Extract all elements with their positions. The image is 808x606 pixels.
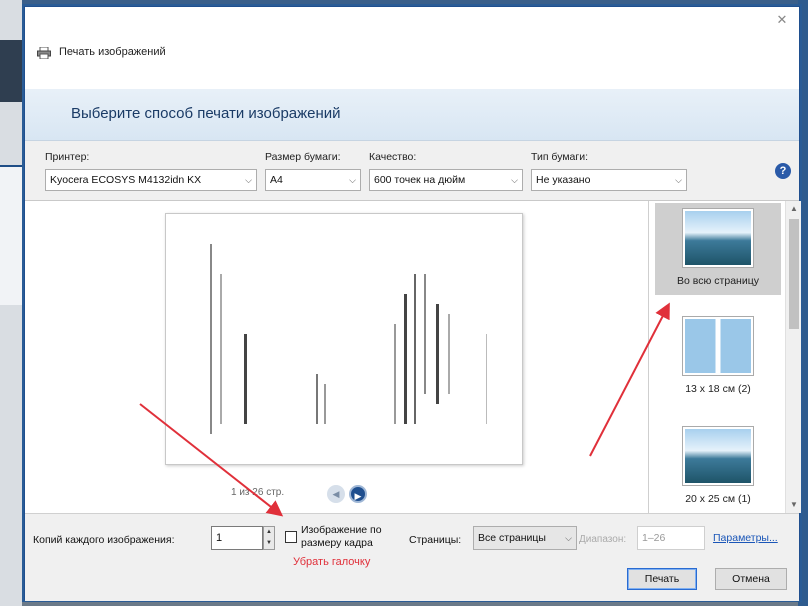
preview-text-line [220,274,222,424]
range-input[interactable]: 1–26 [637,526,705,550]
preview-area: 1 из 26 стр. ◀ ▶ [25,201,649,513]
fit-to-frame-label[interactable]: Изображение по размеру кадра [301,524,405,550]
layout-13x18[interactable]: 13 x 18 см (2) [655,311,781,403]
options-link[interactable]: Параметры... [713,532,778,544]
printer-select-value: Kyocera ECOSYS M4132idn KX [50,174,202,186]
preview-text-line [324,384,326,424]
paper-type-label: Тип бумаги: [531,151,589,163]
copies-input[interactable]: 1 [211,526,263,550]
layout-list: Во всю страницу 13 x 18 см (2) 20 x 25 с… [649,201,801,513]
scroll-up-icon[interactable]: ▲ [786,201,802,217]
pages-select[interactable]: Все страницы ⌵ [473,526,577,550]
preview-text-line [436,304,439,404]
title-bar: Печать изображений ✕ [25,7,799,89]
print-pictures-dialog: Печать изображений ✕ Выберите способ печ… [24,6,801,601]
cancel-button[interactable]: Отмена [715,568,787,590]
printer-select[interactable]: Kyocera ECOSYS M4132idn KX ⌵ [45,169,257,191]
printer-label: Принтер: [45,151,90,163]
previous-page-button[interactable]: ◀ [327,485,345,503]
help-icon[interactable]: ? [775,163,791,179]
copies-label: Копий каждого изображения: [33,534,175,546]
background-block [0,40,22,102]
range-label: Диапазон: [579,534,627,545]
chevron-down-icon: ⌵ [565,533,572,543]
layout-scrollbar[interactable]: ▲ ▼ [785,201,801,513]
uncheck-annotation: Убрать галочку [293,556,371,568]
preview-text-line [424,274,426,394]
quality-label: Качество: [369,151,417,163]
fit-to-frame-checkbox[interactable] [285,531,297,543]
layout-thumbnail [683,209,753,267]
layout-thumbnail [683,427,753,485]
preview-text-line [210,244,212,434]
pages-label: Страницы: [409,534,462,546]
bottom-bar: Копий каждого изображения: 1 ▲ ▼ Изображ… [25,513,799,601]
page-preview [165,213,523,465]
printer-icon [37,47,51,59]
paper-size-select[interactable]: A4 ⌵ [265,169,361,191]
pages-select-value: Все страницы [478,532,546,544]
scroll-down-icon[interactable]: ▼ [786,497,802,513]
preview-text-line [404,294,407,424]
background-window-left [0,0,22,606]
print-options-bar: Принтер: Kyocera ECOSYS M4132idn KX ⌵ Ра… [25,141,799,201]
stepper-up-icon[interactable]: ▲ [264,527,274,538]
chevron-down-icon: ⌵ [349,175,356,185]
preview-text-line [244,334,247,424]
copies-stepper[interactable]: ▲ ▼ [263,526,275,550]
layout-20x25[interactable]: 20 x 25 см (1) [655,421,781,513]
quality-select[interactable]: 600 точек на дюйм ⌵ [369,169,523,191]
scrollbar-thumb[interactable] [789,219,799,329]
chevron-down-icon: ⌵ [245,175,252,185]
window-title: Печать изображений [59,46,166,58]
preview-text-line [486,334,487,424]
preview-text-line [316,374,318,424]
page-indicator: 1 из 26 стр. [231,487,285,498]
preview-text-line [414,274,416,424]
layout-label: Во всю страницу [677,275,759,287]
next-page-button[interactable]: ▶ [349,485,367,503]
paper-size-value: A4 [270,174,283,186]
preview-text-line [394,324,396,424]
stepper-down-icon[interactable]: ▼ [264,538,274,549]
paper-type-value: Не указано [536,174,591,186]
print-button[interactable]: Печать [627,568,697,590]
chevron-down-icon: ⌵ [511,175,518,185]
page-heading: Выберите способ печати изображений [71,105,341,122]
header-band: Выберите способ печати изображений [25,89,799,141]
layout-full-page[interactable]: Во всю страницу [655,203,781,295]
layout-thumbnail [683,317,753,375]
background-panel [0,165,22,305]
paper-size-label: Размер бумаги: [265,151,341,163]
layout-label: 20 x 25 см (1) [685,493,751,505]
quality-value: 600 точек на дюйм [374,174,466,186]
close-icon[interactable]: ✕ [771,11,793,29]
layout-label: 13 x 18 см (2) [685,383,751,395]
chevron-down-icon: ⌵ [675,175,682,185]
preview-text-line [448,314,450,394]
paper-type-select[interactable]: Не указано ⌵ [531,169,687,191]
